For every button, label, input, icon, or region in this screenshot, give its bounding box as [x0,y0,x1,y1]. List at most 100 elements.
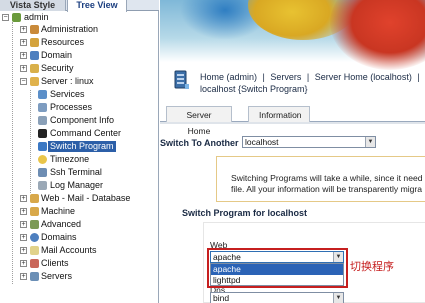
expand-icon[interactable]: + [20,39,27,46]
chevron-down-icon[interactable]: ▼ [333,293,343,303]
tree-label: Services [50,89,85,99]
page-subtitle: localhost {Switch Program} [200,84,308,94]
tree-node-admin[interactable]: − admin [0,12,158,23]
breadcrumb: Home (admin) | Servers | Server Home (lo… [200,72,423,82]
admin-tools-icon [30,25,39,34]
tree-label: Servers [41,271,73,281]
breadcrumb-server-home[interactable]: Server Home (localhost) [315,72,412,82]
tree-node-servers[interactable]: + Servers [0,271,158,282]
expand-icon[interactable]: + [20,52,27,59]
panel-tabs: Vista Style Tree View [0,0,159,12]
breadcrumb-sep: | [417,72,420,82]
highlight-box [207,248,348,288]
expand-icon[interactable]: + [20,247,27,254]
globe-icon [30,233,39,242]
services-icon [38,90,47,99]
breadcrumb-sep: | [306,72,310,82]
tree-label: Resources [41,37,85,47]
tree-label: Processes [50,102,93,112]
tree-node-mail-accounts[interactable]: + Mail Accounts [0,245,158,256]
breadcrumb-sep: | [262,72,265,82]
clock-icon [38,155,47,164]
breadcrumb-servers[interactable]: Servers [270,72,301,82]
switch-to-another-label: Switch To Another [160,138,239,148]
user-icon [12,13,21,22]
tree-label: Mail Accounts [41,245,97,255]
section-title: Switch Program for localhost [182,208,308,218]
tree-label: Server : linux [41,76,94,86]
component-icon [38,116,47,125]
tree-node-services[interactable]: Services [0,89,158,100]
tab-information[interactable]: Information [248,106,310,122]
warning-notice: Switching Programs will take a while, si… [216,156,425,202]
folder-open-icon [30,77,39,86]
chevron-down-icon[interactable]: ▼ [365,137,375,147]
tree-label: Component Info [50,115,115,125]
tree-node-clients[interactable]: + Clients [0,258,158,269]
folder-icon [30,207,39,216]
processes-icon [38,103,47,112]
mail-icon [30,246,39,255]
tree-label: Web - Mail - Database [41,193,131,203]
tree-label: Ssh Terminal [50,167,102,177]
tree-node-component-info[interactable]: Component Info [0,115,158,126]
tree-node-web-mail-database[interactable]: + Web - Mail - Database [0,193,158,204]
tree-node-security[interactable]: + Security [0,63,158,74]
breadcrumb-home[interactable]: Home (admin) [200,72,257,82]
tree-label: Timezone [50,154,90,164]
folder-icon [30,38,39,47]
expand-icon[interactable]: + [20,260,27,267]
tree-label: Log Manager [50,180,104,190]
folder-icon [30,194,39,203]
notice-line: file. All your information will be trans… [231,184,423,194]
expand-icon[interactable]: + [20,273,27,280]
tab-tree-view[interactable]: Tree View [67,0,127,12]
tree-panel: Vista Style Tree View − admin + Administ… [0,0,159,303]
expand-icon[interactable]: + [20,195,27,202]
tree-node-command-center[interactable]: Command Center [0,128,158,139]
tree-node-domains[interactable]: + Domains [0,232,158,243]
switch-icon [38,142,47,151]
lock-icon [30,64,39,73]
expand-icon[interactable]: + [20,65,27,72]
tab-server-home[interactable]: Server Home [166,106,232,136]
tree-label: Command Center [50,128,122,138]
tab-vista-style[interactable]: Vista Style [0,0,66,11]
main-content: Home (admin) | Servers | Server Home (lo… [160,0,425,303]
tree-label: Clients [41,258,69,268]
expand-icon[interactable]: + [20,221,27,228]
tree-label: Machine [41,206,76,216]
tree-node-processes[interactable]: Processes [0,102,158,113]
tree-node-machine[interactable]: + Machine [0,206,158,217]
tree-node-domain[interactable]: + Domain [0,50,158,61]
tree-label: Administration [41,24,99,34]
globe-icon [30,51,39,60]
select-value: localhost [245,137,279,147]
banner-art [330,0,425,70]
select-value: bind [213,293,230,303]
annotation-label: 切换程序 [350,261,394,273]
log-icon [38,181,47,190]
divider [160,122,425,124]
expand-icon[interactable]: + [20,26,27,33]
expand-icon[interactable]: + [20,208,27,215]
tree-node-timezone[interactable]: Timezone [0,154,158,165]
tree-node-server[interactable]: − Server : linux [0,76,158,87]
collapse-icon[interactable]: − [20,78,27,85]
tree-node-ssh-terminal[interactable]: Ssh Terminal [0,167,158,178]
tree-node-log-manager[interactable]: Log Manager [0,180,158,191]
tree-node-switch-program[interactable]: Switch Program [0,141,158,152]
tree-node-resources[interactable]: + Resources [0,37,158,48]
switch-to-another-select[interactable]: localhost ▼ [242,136,376,148]
expand-icon[interactable]: + [20,234,27,241]
collapse-icon[interactable]: − [2,14,9,21]
content-tabs: Server Home Information [160,106,425,136]
tree-label: Domain [41,50,73,60]
dns-program-select[interactable]: bind ▼ [210,292,344,303]
servers-icon [30,272,39,281]
tree-label: Security [41,63,74,73]
tree-node-administration[interactable]: + Administration [0,24,158,35]
tree-label: Domains [41,232,77,242]
clients-icon [30,259,39,268]
tree-node-advanced[interactable]: + Advanced [0,219,158,230]
